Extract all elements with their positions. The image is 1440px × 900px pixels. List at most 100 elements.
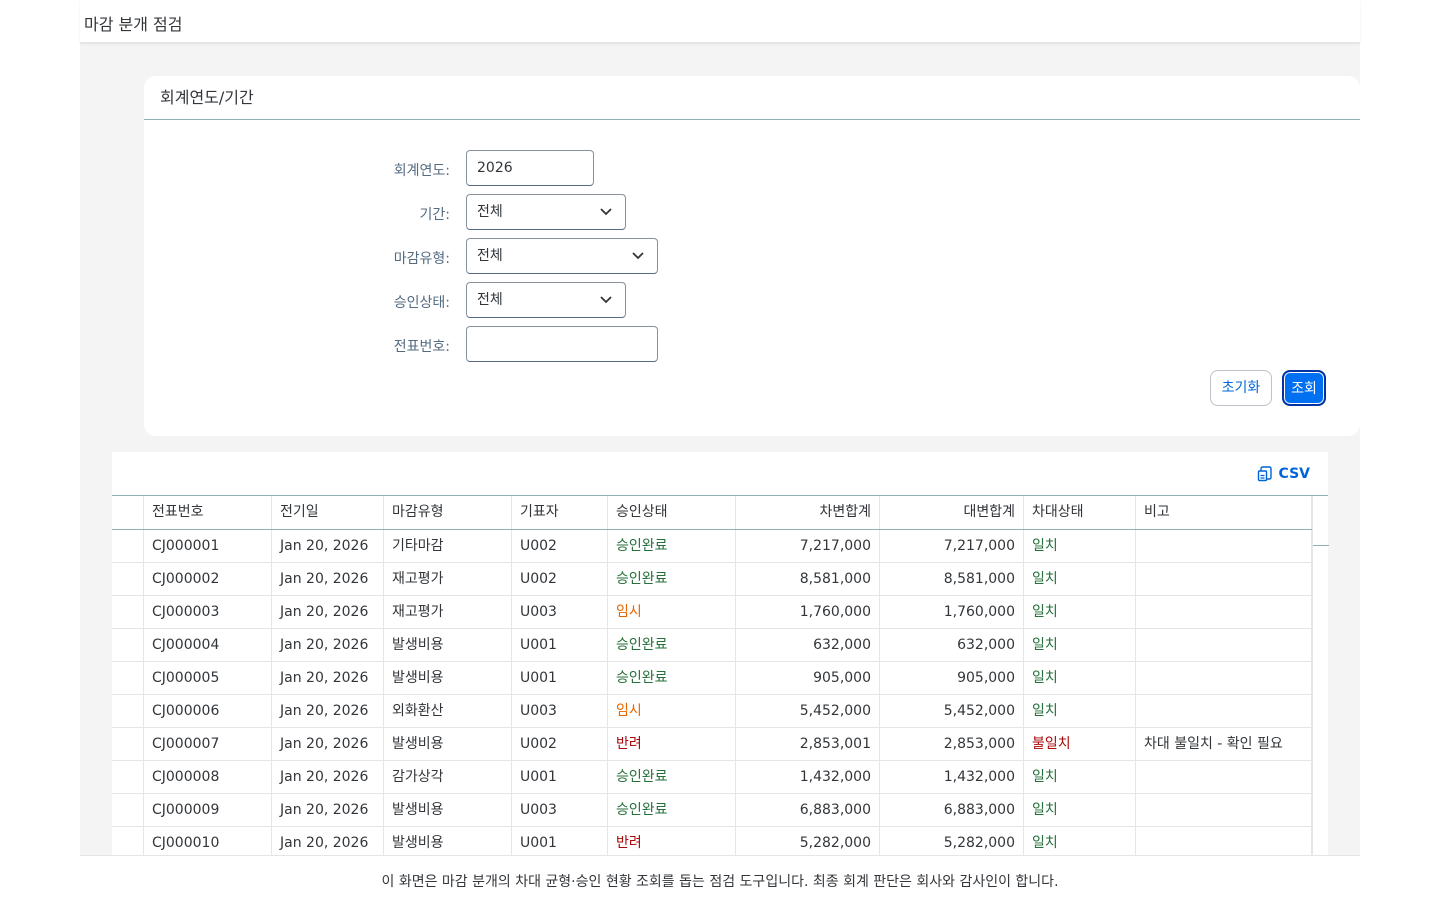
credit-total-cell: 905,000 — [880, 662, 1024, 694]
disclaimer-footer: 이 화면은 마감 분개의 차대 균형·승인 현황 조회를 돕는 점검 도구입니다… — [80, 855, 1360, 900]
scrollbar-thumb[interactable] — [1313, 545, 1329, 546]
table-scrollbar[interactable] — [1312, 496, 1329, 900]
document-no-cell: CJ000005 — [144, 662, 272, 694]
debit-total-cell: 2,853,001 — [736, 728, 880, 760]
csv-export-label: CSV — [1278, 466, 1310, 482]
posting-date-cell: Jan 20, 2026 — [272, 728, 384, 760]
balance-status-cell: 일치 — [1024, 695, 1136, 727]
document-no-cell: CJ000003 — [144, 596, 272, 628]
debit-total-cell: 1,760,000 — [736, 596, 880, 628]
document-no-cell: CJ000009 — [144, 794, 272, 826]
approval-status-cell: 임시 — [608, 695, 736, 727]
row-select-cell — [112, 596, 144, 628]
period-label: 기간: — [419, 207, 450, 223]
closing-type-label: 마감유형: — [393, 251, 450, 267]
table-row[interactable]: CJ000001 Jan 20, 2026 기타마감 U002 승인완료 7,217,00… — [112, 530, 1312, 563]
note-cell — [1136, 629, 1312, 661]
table-row[interactable]: CJ000008 Jan 20, 2026 감가상각 U001 승인완료 1,432,00… — [112, 761, 1312, 794]
debit-total-cell: 905,000 — [736, 662, 880, 694]
debit-total-cell: 8,581,000 — [736, 563, 880, 595]
document-no-cell: CJ000001 — [144, 530, 272, 562]
table-row[interactable]: CJ000004 Jan 20, 2026 발생비용 U001 승인완료 632,000 6… — [112, 629, 1312, 662]
posting-date-cell: Jan 20, 2026 — [272, 761, 384, 793]
approval-status-cell: 승인완료 — [608, 563, 736, 595]
created-by-cell: U001 — [512, 662, 608, 694]
closing-type-select-value: 전체 — [477, 248, 503, 264]
app-title: 마감 분개 점검 — [84, 15, 183, 34]
app-header: 마감 분개 점검 — [80, 0, 1360, 43]
balance-status-cell: 일치 — [1024, 794, 1136, 826]
debit-total-cell: 7,217,000 — [736, 530, 880, 562]
approval-status-cell: 승인완료 — [608, 662, 736, 694]
closing-type-cell: 재고평가 — [384, 563, 512, 595]
table-row[interactable]: CJ000009 Jan 20, 2026 발생비용 U003 승인완료 6,883,00… — [112, 794, 1312, 827]
document-no-input[interactable] — [466, 326, 658, 362]
closing-type-cell: 감가상각 — [384, 761, 512, 793]
note-cell — [1136, 530, 1312, 562]
approval-status-row: 승인상태: 전체 — [144, 282, 844, 318]
created-by-cell: U003 — [512, 596, 608, 628]
debit-total-cell: 1,432,000 — [736, 761, 880, 793]
balance-status-cell: 일치 — [1024, 596, 1136, 628]
col-header-document-no[interactable]: 전표번호 — [144, 496, 272, 529]
col-header-note[interactable]: 비고 — [1136, 496, 1312, 529]
col-header-select[interactable] — [112, 496, 144, 529]
approval-status-select[interactable]: 전체 — [466, 282, 626, 318]
filter-panel-title: 회계연도/기간 — [144, 76, 1360, 120]
period-select[interactable]: 전체 — [466, 194, 626, 230]
credit-total-cell: 2,853,000 — [880, 728, 1024, 760]
filter-panel: 회계연도/기간 회계연도: 2026 기간: 전체 마감유형: 전체 승인상태:… — [144, 76, 1360, 436]
closing-type-select[interactable]: 전체 — [466, 238, 658, 274]
col-header-posting-date[interactable]: 전기일 — [272, 496, 384, 529]
credit-total-cell: 1,432,000 — [880, 761, 1024, 793]
search-button[interactable]: 조회 — [1282, 370, 1326, 406]
col-header-debit-total[interactable]: 차변합계 — [736, 496, 880, 529]
document-no-cell: CJ000002 — [144, 563, 272, 595]
table-header: 전표번호 전기일 마감유형 기표자 승인상태 차변합계 대변합계 차대상태 비고 — [112, 496, 1312, 530]
table-row[interactable]: CJ000005 Jan 20, 2026 발생비용 U001 승인완료 905,000 9… — [112, 662, 1312, 695]
col-header-approval-status[interactable]: 승인상태 — [608, 496, 736, 529]
closing-type-cell: 재고평가 — [384, 596, 512, 628]
approval-status-cell: 승인완료 — [608, 629, 736, 661]
row-select-cell — [112, 662, 144, 694]
balance-status-cell: 일치 — [1024, 761, 1136, 793]
fiscal-year-input[interactable]: 2026 — [466, 150, 594, 186]
fiscal-year-row: 회계연도: 2026 — [144, 150, 844, 186]
note-cell — [1136, 761, 1312, 793]
table-row[interactable]: CJ000002 Jan 20, 2026 재고평가 U002 승인완료 8,581,00… — [112, 563, 1312, 596]
approval-status-cell: 승인완료 — [608, 530, 736, 562]
note-cell — [1136, 695, 1312, 727]
row-select-cell — [112, 728, 144, 760]
balance-status-cell: 일치 — [1024, 662, 1136, 694]
app-shell: 마감 분개 점검 회계연도/기간 회계연도: 2026 기간: 전체 마감유형:… — [80, 0, 1360, 900]
col-header-credit-total[interactable]: 대변합계 — [880, 496, 1024, 529]
chevron-down-icon — [600, 296, 612, 304]
csv-export-icon — [1257, 466, 1272, 482]
col-header-closing-type[interactable]: 마감유형 — [384, 496, 512, 529]
journal-table: 전표번호 전기일 마감유형 기표자 승인상태 차변합계 대변합계 차대상태 비고… — [112, 496, 1312, 860]
note-cell: 차대 불일치 - 확인 필요 — [1136, 728, 1312, 760]
closing-type-cell: 발생비용 — [384, 629, 512, 661]
balance-status-cell: 일치 — [1024, 563, 1136, 595]
debit-total-cell: 632,000 — [736, 629, 880, 661]
note-cell — [1136, 794, 1312, 826]
posting-date-cell: Jan 20, 2026 — [272, 695, 384, 727]
col-header-created-by[interactable]: 기표자 — [512, 496, 608, 529]
credit-total-cell: 6,883,000 — [880, 794, 1024, 826]
posting-date-cell: Jan 20, 2026 — [272, 563, 384, 595]
table-row[interactable]: CJ000006 Jan 20, 2026 외화환산 U003 임시 5,452,000 5… — [112, 695, 1312, 728]
col-header-balance-status[interactable]: 차대상태 — [1024, 496, 1136, 529]
chevron-down-icon — [632, 252, 644, 260]
created-by-cell: U003 — [512, 794, 608, 826]
created-by-cell: U002 — [512, 563, 608, 595]
csv-export-button[interactable]: CSV — [1257, 466, 1310, 482]
table-row[interactable]: CJ000007 Jan 20, 2026 발생비용 U002 반려 2,853,001 2… — [112, 728, 1312, 761]
period-row: 기간: 전체 — [144, 194, 844, 230]
document-no-cell: CJ000008 — [144, 761, 272, 793]
credit-total-cell: 8,581,000 — [880, 563, 1024, 595]
reset-button[interactable]: 초기화 — [1210, 370, 1272, 406]
credit-total-cell: 5,452,000 — [880, 695, 1024, 727]
table-row[interactable]: CJ000003 Jan 20, 2026 재고평가 U003 임시 1,760,000 1… — [112, 596, 1312, 629]
balance-status-cell: 일치 — [1024, 530, 1136, 562]
balance-status-cell: 일치 — [1024, 629, 1136, 661]
